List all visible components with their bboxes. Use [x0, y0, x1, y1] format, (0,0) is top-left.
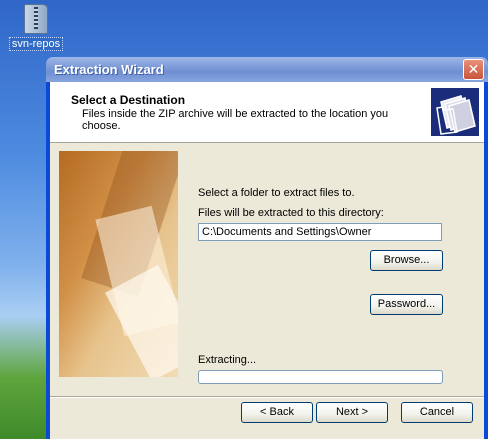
directory-label: Files will be extracted to this director…: [198, 207, 384, 219]
zip-folder-icon: [24, 4, 48, 34]
wizard-header: Select a Destination Files inside the ZI…: [50, 82, 484, 143]
select-folder-label: Select a folder to extract files to.: [198, 187, 355, 199]
extracting-label: Extracting...: [198, 354, 257, 366]
destination-directory-field[interactable]: C:\Documents and Settings\Owner: [198, 223, 442, 241]
close-button[interactable]: ✕: [463, 59, 484, 80]
page-title: Select a Destination: [71, 93, 186, 107]
password-button[interactable]: Password...: [370, 294, 443, 315]
folders-icon: [431, 88, 479, 136]
desktop-icon-label: svn-repos: [8, 37, 64, 51]
back-button[interactable]: < Back: [241, 402, 313, 423]
cancel-button[interactable]: Cancel: [401, 402, 473, 423]
wizard-side-image: [59, 151, 178, 377]
browse-button[interactable]: Browse...: [370, 250, 443, 271]
extraction-progress-bar: [198, 370, 443, 384]
desktop-icon-svn-repos[interactable]: svn-repos: [6, 4, 66, 51]
title-bar[interactable]: Extraction Wizard ✕: [46, 57, 488, 82]
page-subtitle: Files inside the ZIP archive will be ext…: [82, 108, 389, 132]
extraction-wizard-window: Extraction Wizard ✕ Select a Destination…: [46, 57, 488, 439]
footer-separator: [50, 396, 484, 398]
next-button[interactable]: Next >: [316, 402, 388, 423]
wizard-client-area: Select a Destination Files inside the ZI…: [50, 82, 484, 439]
window-title: Extraction Wizard: [54, 62, 164, 77]
